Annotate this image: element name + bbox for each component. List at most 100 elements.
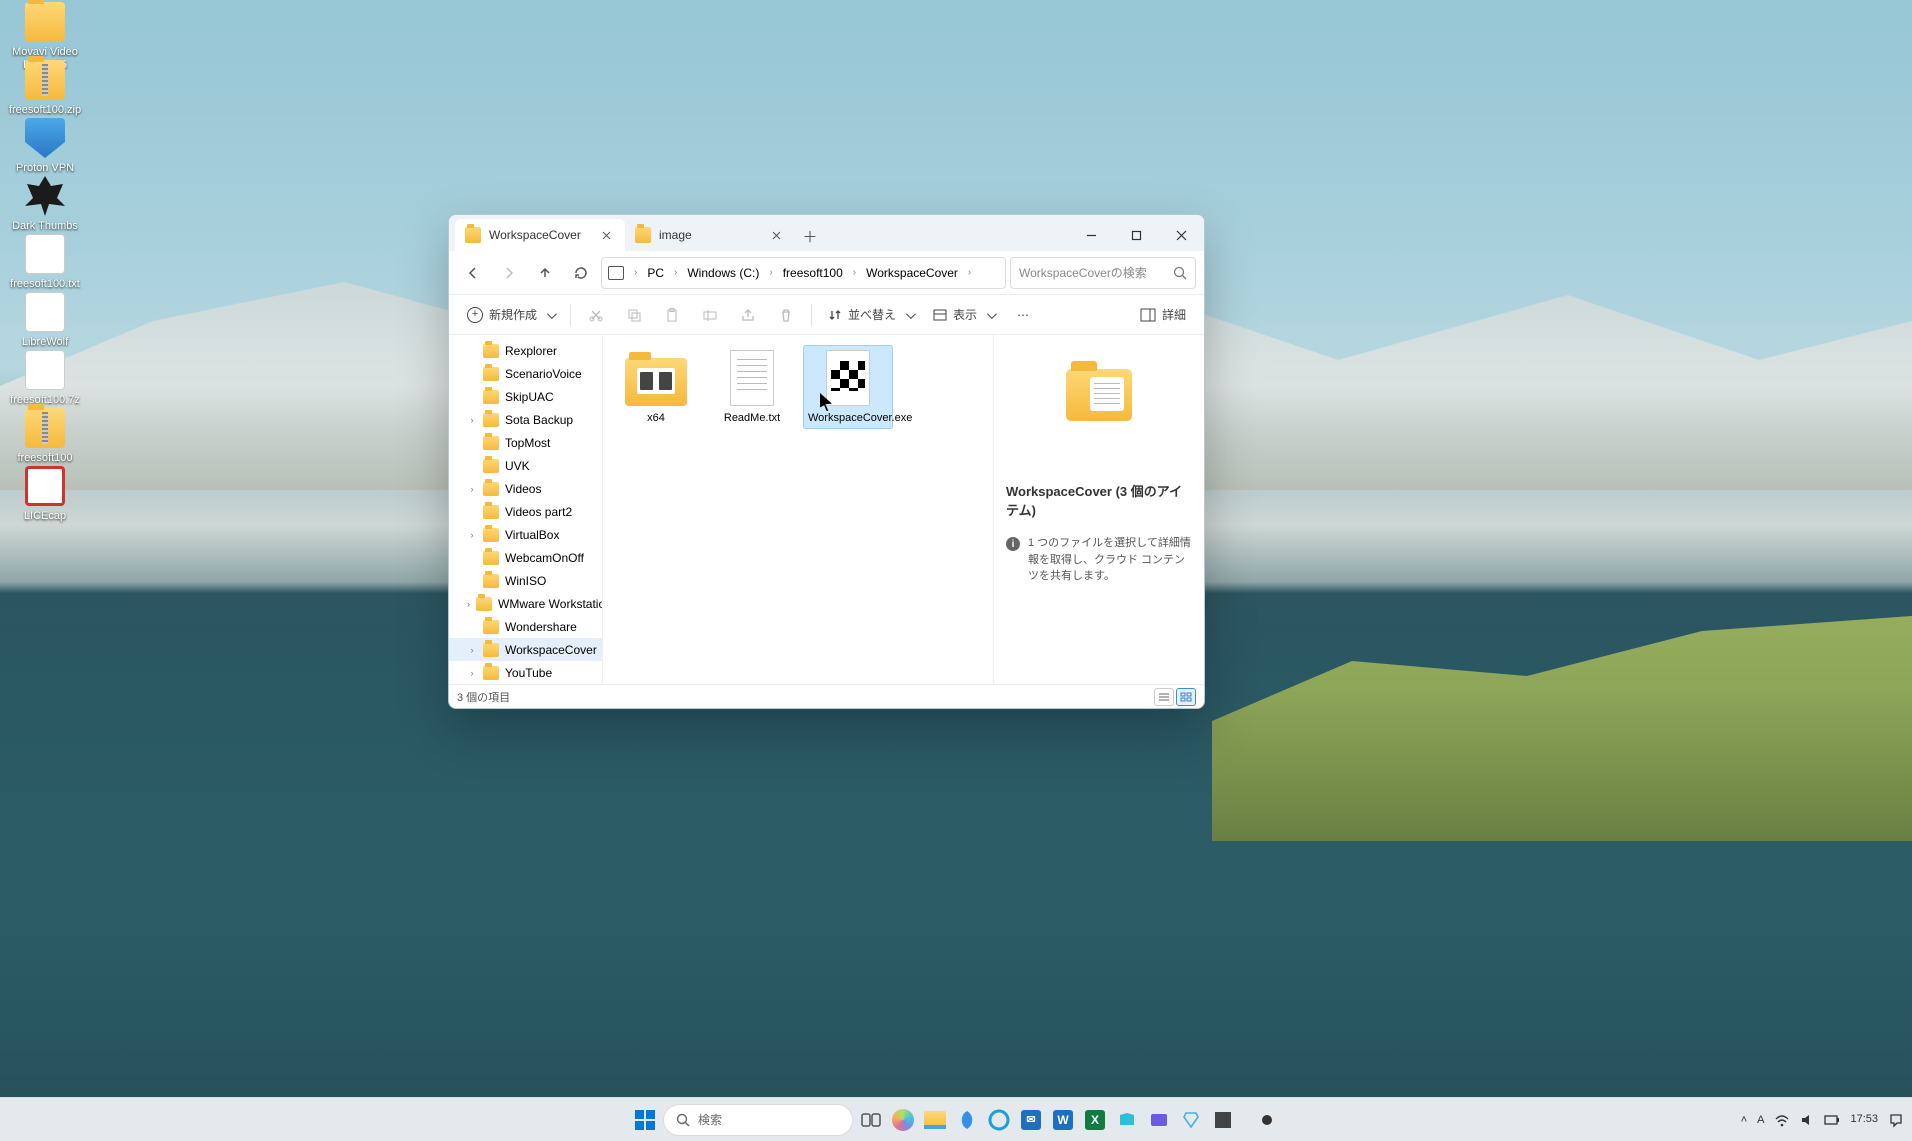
- volume-icon[interactable]: [1800, 1113, 1814, 1127]
- taskbar-app[interactable]: [1177, 1106, 1205, 1134]
- desktop-icon-fs-7z[interactable]: freesoft100.7z: [5, 350, 85, 407]
- tree-node[interactable]: Wondershare: [449, 615, 602, 638]
- more-button[interactable]: ⋯: [1006, 300, 1040, 330]
- tree-node[interactable]: › Sota Backup: [449, 408, 602, 431]
- start-button[interactable]: [631, 1106, 659, 1134]
- taskbar-app[interactable]: [953, 1106, 981, 1134]
- tree-node[interactable]: Rexplorer: [449, 339, 602, 362]
- new-button[interactable]: + 新規作成: [459, 300, 562, 330]
- taskbar-search[interactable]: 検索: [663, 1104, 853, 1136]
- chevron-right-icon: ›: [670, 267, 681, 278]
- details-pane-button[interactable]: 詳細: [1132, 300, 1194, 330]
- breadcrumb-segment[interactable]: freesoft100: [779, 264, 847, 282]
- close-tab-button[interactable]: [597, 226, 615, 244]
- desktop-icon-fs-zip[interactable]: freesoft100.zip: [5, 60, 85, 117]
- chevron-right-icon: ›: [964, 267, 975, 278]
- expand-icon[interactable]: ›: [467, 484, 477, 494]
- taskbar-app[interactable]: [1113, 1106, 1141, 1134]
- taskbar-app[interactable]: W: [1049, 1106, 1077, 1134]
- expand-icon[interactable]: ›: [467, 599, 470, 609]
- desktop-icon-licecap[interactable]: LICEcap: [5, 466, 85, 523]
- file-item[interactable]: ReadMe.txt: [707, 345, 797, 429]
- taskbar-app[interactable]: [889, 1106, 917, 1134]
- search-input[interactable]: WorkspaceCoverの検索: [1010, 257, 1196, 289]
- rename-button[interactable]: [693, 300, 727, 330]
- desktop-icon-librewolf[interactable]: LibreWolf: [5, 292, 85, 349]
- chevron-right-icon: ›: [849, 267, 860, 278]
- tree-node[interactable]: › VirtualBox: [449, 523, 602, 546]
- up-button[interactable]: [529, 257, 561, 289]
- system-tray[interactable]: ˄ A 17:53: [1741, 1112, 1904, 1128]
- breadcrumb[interactable]: › PC›Windows (C:)›freesoft100›WorkspaceC…: [601, 257, 1006, 289]
- paste-button[interactable]: [655, 300, 689, 330]
- search-icon: [1173, 266, 1187, 280]
- back-button[interactable]: [457, 257, 489, 289]
- tree-node[interactable]: ScenarioVoice: [449, 362, 602, 385]
- tree-node[interactable]: UVK: [449, 454, 602, 477]
- maximize-button[interactable]: [1114, 219, 1159, 251]
- tree-node[interactable]: › WorkspaceCover: [449, 638, 602, 661]
- expand-icon[interactable]: ›: [467, 645, 477, 655]
- close-button[interactable]: [1159, 219, 1204, 251]
- breadcrumb-segment[interactable]: Windows (C:): [683, 264, 763, 282]
- folder-icon: [1066, 369, 1132, 421]
- tree-node[interactable]: WinISO: [449, 569, 602, 592]
- forward-button[interactable]: [493, 257, 525, 289]
- expand-icon[interactable]: ›: [467, 530, 477, 540]
- tree-node[interactable]: WebcamOnOff: [449, 546, 602, 569]
- taskbar-app[interactable]: [985, 1106, 1013, 1134]
- taskbar-app[interactable]: X: [1081, 1106, 1109, 1134]
- notifications-icon[interactable]: [1888, 1112, 1904, 1128]
- expand-icon[interactable]: ›: [467, 668, 477, 678]
- file-item[interactable]: x64: [611, 345, 701, 429]
- taskbar[interactable]: 検索 ✉ W X ˄ A 17:53: [0, 1097, 1912, 1141]
- tree-node[interactable]: SkipUAC: [449, 385, 602, 408]
- breadcrumb-segment[interactable]: WorkspaceCover: [862, 264, 962, 282]
- ime-indicator[interactable]: A: [1757, 1114, 1764, 1126]
- taskbar-app[interactable]: [1145, 1106, 1173, 1134]
- breadcrumb-segment[interactable]: PC: [643, 264, 668, 282]
- tree-node[interactable]: Videos part2: [449, 500, 602, 523]
- clock[interactable]: 17:53: [1850, 1113, 1878, 1126]
- tree-node[interactable]: › YouTube: [449, 661, 602, 684]
- desktop[interactable]: Movavi Video Editor 25 freesoft100.zip P…: [0, 0, 1912, 1141]
- desktop-icon-label: LibreWolf: [5, 336, 85, 349]
- tray-chevron-icon[interactable]: ˄: [1741, 1114, 1747, 1126]
- copy-button[interactable]: [617, 300, 651, 330]
- taskbar-app[interactable]: [1253, 1106, 1281, 1134]
- taskbar-app[interactable]: ✉: [1017, 1106, 1045, 1134]
- folder-icon: [625, 358, 687, 406]
- icon-view-button[interactable]: [1176, 688, 1196, 706]
- list-view-button[interactable]: [1154, 688, 1174, 706]
- minimize-button[interactable]: [1069, 219, 1114, 251]
- file-item[interactable]: WorkspaceCover.exe: [803, 345, 893, 429]
- file-list[interactable]: x64ReadMe.txt WorkspaceCover.exe: [603, 335, 994, 684]
- wifi-icon[interactable]: [1774, 1113, 1790, 1127]
- file-item-label: WorkspaceCover.exe: [808, 412, 888, 424]
- refresh-button[interactable]: [565, 257, 597, 289]
- tree-node-label: Sota Backup: [505, 413, 573, 427]
- close-tab-button[interactable]: [767, 226, 785, 244]
- tab-image[interactable]: image: [625, 219, 795, 251]
- delete-button[interactable]: [769, 300, 803, 330]
- file-explorer-window[interactable]: WorkspaceCover image ＋: [448, 214, 1205, 709]
- explorer-taskbar-icon[interactable]: [921, 1106, 949, 1134]
- view-button[interactable]: 表示: [925, 300, 1002, 330]
- expand-icon[interactable]: ›: [467, 415, 477, 425]
- battery-icon[interactable]: [1824, 1114, 1840, 1126]
- share-button[interactable]: [731, 300, 765, 330]
- tab-workspacecover[interactable]: WorkspaceCover: [455, 219, 625, 251]
- navigation-tree[interactable]: Rexplorer ScenarioVoice SkipUAC› Sota Ba…: [449, 335, 603, 684]
- desktop-icon-fs-txt[interactable]: freesoft100.txt: [5, 234, 85, 291]
- new-tab-button[interactable]: ＋: [795, 221, 825, 251]
- desktop-icon-proton[interactable]: Proton VPN: [5, 118, 85, 175]
- tree-node[interactable]: TopMost: [449, 431, 602, 454]
- task-view-button[interactable]: [857, 1106, 885, 1134]
- desktop-icon-darkthumbs[interactable]: Dark Thumbs: [5, 176, 85, 233]
- cut-button[interactable]: [579, 300, 613, 330]
- taskbar-app[interactable]: [1209, 1106, 1237, 1134]
- tree-node[interactable]: › Videos: [449, 477, 602, 500]
- sort-button[interactable]: 並べ替え: [820, 300, 921, 330]
- tree-node[interactable]: › WMware Workstation Player: [449, 592, 602, 615]
- folder-icon: [483, 574, 499, 588]
